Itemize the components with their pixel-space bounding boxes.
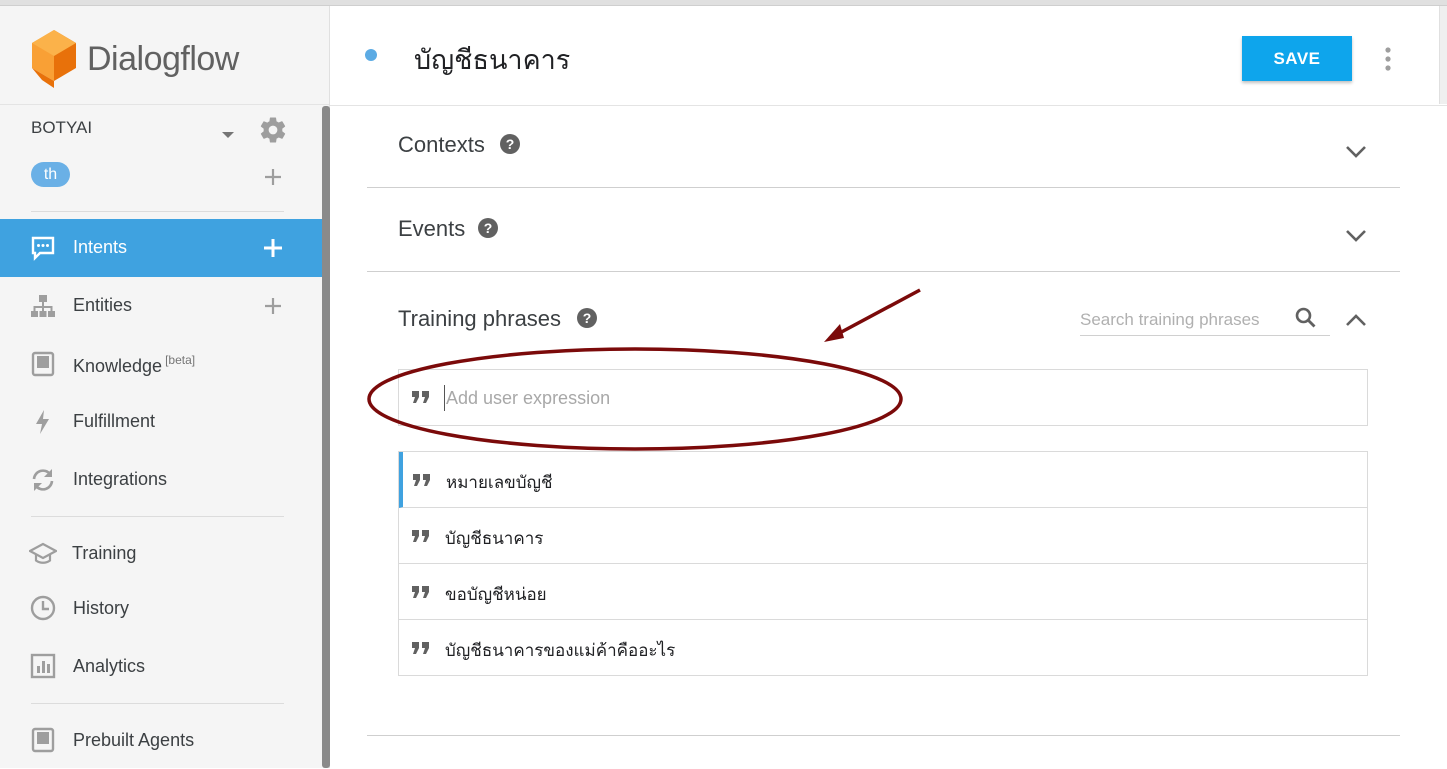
sidebar-item-label: Integrations — [73, 469, 168, 489]
sidebar-item-training[interactable]: Training — [0, 524, 322, 582]
quote-icon — [412, 642, 429, 654]
training-phrase-row[interactable]: บัญชีธนาคารของแม่ค้าคืออะไร — [399, 620, 1367, 676]
sidebar-item-label: History — [73, 598, 130, 618]
sidebar-item-label: Entities — [73, 295, 133, 315]
caret-down-icon[interactable] — [222, 132, 234, 138]
svg-text:?: ? — [506, 136, 515, 152]
sidebar-item-entities[interactable]: Entities — [0, 277, 322, 335]
chevron-up-icon[interactable] — [1345, 313, 1367, 327]
book-icon — [31, 351, 55, 377]
app-name: Dialogflow — [87, 40, 239, 78]
add-entity-icon[interactable] — [262, 295, 284, 317]
training-phrase-text[interactable]: ขอบัญชีหน่อย — [445, 581, 547, 608]
intent-title[interactable]: บัญชีธนาคาร — [414, 38, 570, 81]
intent-priority-dot[interactable] — [365, 49, 377, 61]
help-icon[interactable]: ? — [500, 134, 520, 154]
annotation-arrow-line — [833, 288, 921, 338]
svg-text:?: ? — [583, 310, 592, 326]
events-title[interactable]: Events — [398, 216, 465, 242]
training-phrase-row[interactable]: ขอบัญชีหน่อย — [399, 564, 1367, 620]
bolt-icon — [36, 410, 49, 434]
sidebar-item-label: Training — [72, 543, 137, 563]
sidebar-item-label: Fulfillment — [73, 411, 156, 431]
knowledge-label: Knowledge — [73, 356, 163, 376]
training-phrase-text[interactable]: หมายเลขบัญชี — [446, 469, 553, 496]
training-phrase-row[interactable]: หมายเลขบัญชี — [399, 452, 1367, 508]
clock-icon — [30, 595, 56, 621]
intent-header: บัญชีธนาคาร SAVE — [330, 6, 1447, 106]
quote-icon — [412, 530, 429, 542]
sidebar-scrollbar[interactable] — [322, 106, 330, 768]
sidebar-item-knowledge[interactable]: Knowledge [beta] — [0, 335, 322, 393]
sidebar-item-label: Intents — [73, 237, 128, 257]
chevron-down-icon[interactable] — [1345, 145, 1367, 159]
sidebar-divider — [31, 211, 284, 212]
search-training-phrases-input[interactable] — [1080, 306, 1280, 334]
sidebar-item-label: Knowledge [beta] — [73, 353, 195, 377]
chat-icon — [31, 236, 55, 261]
training-phrase-list: หมายเลขบัญชี บัญชีธนาคาร ขอบัญชีหน่อย บั… — [398, 451, 1368, 676]
bar-chart-icon — [30, 653, 56, 679]
sidebar: Dialogflow BOTYAI th Intents Entities Kn… — [0, 6, 330, 768]
beta-badge: [beta] — [165, 353, 196, 367]
sidebar-item-fulfillment[interactable]: Fulfillment — [0, 393, 322, 451]
sitemap-icon — [31, 295, 55, 317]
annotation-arrow-head — [824, 324, 844, 342]
more-vert-icon[interactable] — [1382, 46, 1394, 72]
section-divider — [367, 735, 1400, 736]
sidebar-item-analytics[interactable]: Analytics — [0, 637, 322, 695]
sidebar-item-label: Analytics — [73, 656, 146, 676]
sidebar-item-history[interactable]: History — [0, 579, 322, 637]
gear-icon[interactable] — [258, 115, 288, 145]
training-phrase-row[interactable]: บัญชีธนาคาร — [399, 508, 1367, 564]
quote-icon — [412, 586, 429, 598]
training-search — [1080, 306, 1330, 336]
save-button[interactable]: SAVE — [1242, 36, 1352, 81]
help-icon[interactable]: ? — [577, 308, 597, 328]
sidebar-divider — [31, 703, 284, 704]
language-tag[interactable]: th — [31, 162, 70, 187]
dialogflow-logo-icon — [32, 30, 76, 88]
section-divider — [367, 187, 1400, 188]
sync-icon — [32, 469, 54, 491]
training-phrases-title[interactable]: Training phrases — [398, 306, 561, 332]
agent-selector[interactable]: BOTYAI — [31, 118, 92, 138]
graduation-cap-icon — [29, 542, 57, 564]
sidebar-divider — [31, 516, 284, 517]
section-divider — [367, 271, 1400, 272]
add-intent-icon[interactable] — [262, 237, 284, 259]
search-icon[interactable] — [1294, 306, 1318, 330]
quote-icon — [412, 391, 429, 403]
add-language-icon[interactable] — [262, 166, 284, 188]
add-user-expression-box — [398, 369, 1368, 426]
logo-row: Dialogflow — [0, 6, 329, 105]
main-scrollbar[interactable] — [1439, 6, 1447, 104]
quote-icon — [413, 474, 430, 486]
sidebar-item-intents[interactable]: Intents — [0, 219, 322, 277]
sidebar-item-integrations[interactable]: Integrations — [0, 451, 322, 509]
sidebar-item-prebuilt-agents[interactable]: Prebuilt Agents — [0, 711, 322, 769]
svg-text:?: ? — [484, 220, 493, 236]
sidebar-item-label: Prebuilt Agents — [73, 730, 195, 750]
chevron-down-icon[interactable] — [1345, 229, 1367, 243]
training-phrase-text[interactable]: บัญชีธนาคาร — [445, 525, 543, 552]
contexts-title[interactable]: Contexts — [398, 132, 485, 158]
add-user-expression-input[interactable] — [444, 385, 1324, 411]
training-phrase-text[interactable]: บัญชีธนาคารของแม่ค้าคืออะไร — [445, 637, 675, 664]
help-icon[interactable]: ? — [478, 218, 498, 238]
book-icon — [31, 727, 55, 753]
